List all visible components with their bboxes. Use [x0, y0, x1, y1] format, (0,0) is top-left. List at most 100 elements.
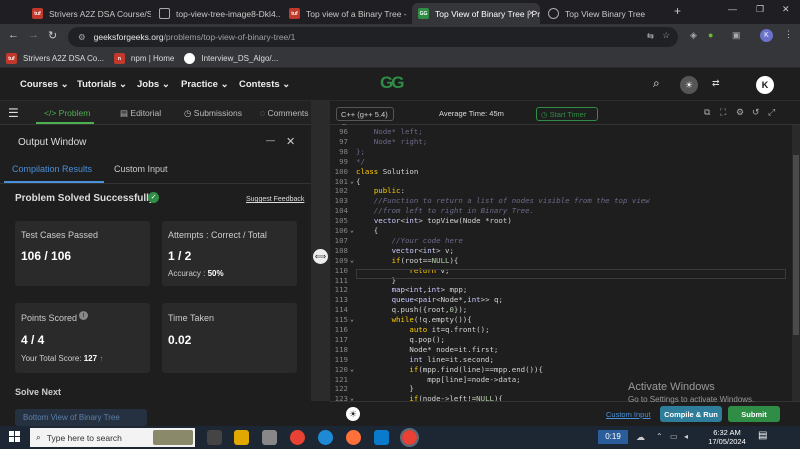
code-line: { [356, 226, 379, 235]
tab-problem[interactable]: </> Problem [44, 108, 90, 118]
clock[interactable]: 6:32 AM 17/05/2024 [704, 428, 750, 446]
profile-avatar[interactable]: K [760, 29, 773, 42]
site-info-icon[interactable]: ⚙ [78, 32, 86, 43]
vscode-icon[interactable] [374, 430, 389, 445]
browser-tab[interactable]: tuf Strivers A2Z DSA Course/She [26, 3, 151, 24]
gfg-logo[interactable]: GG [380, 73, 404, 93]
tab-comments[interactable]: ◌ Comments [260, 108, 309, 118]
minimize-panel-icon[interactable]: — [266, 135, 275, 145]
close-panel-icon[interactable]: ✕ [286, 135, 295, 148]
taskbar-search[interactable]: ⌕ Type here to search [30, 428, 195, 447]
tab-label: top-view-tree-image8-Dkl4... [176, 8, 281, 19]
address-bar[interactable]: ⚙ geeksforgeeks.org/problems/top-view-of… [68, 27, 678, 47]
tab-submissions[interactable]: ◷ Submissions [184, 108, 242, 119]
next-problem-item[interactable]: Bottom View of Binary Tree [15, 409, 147, 426]
panel-splitter[interactable]: ⟺ [311, 101, 330, 401]
menu-practice[interactable]: Practice ⌄ [181, 79, 229, 90]
more-menu-icon[interactable]: ⋮ [784, 29, 793, 40]
tab-editorial[interactable]: ▤ Editorial [120, 108, 161, 119]
chrome-active-icon[interactable] [400, 428, 419, 447]
line-number: 119 [334, 354, 348, 364]
line-number: 103 [334, 196, 348, 206]
start-timer-button[interactable]: ◷ Start Timer [536, 107, 598, 121]
network-icon[interactable]: ▭ [670, 432, 678, 441]
fold-chevron-icon[interactable]: ⌄ [350, 365, 354, 373]
weather-icon[interactable]: ☁ [636, 432, 645, 443]
code-line: //Function to return a list of nodes vis… [356, 196, 650, 206]
translate-icon[interactable]: ⇆ [647, 31, 654, 42]
code-editor[interactable]: 96 Node* left; 97 Node* right; 98}; 99 */ 100… [330, 125, 792, 401]
compile-run-button[interactable]: Compile & Run [660, 406, 722, 422]
bookmark-item[interactable]: Interview_DS_Algo/... [184, 53, 278, 64]
copy-icon[interactable]: ⧉ [704, 107, 710, 118]
bookmark-item[interactable]: tuf Strivers A2Z DSA Co... [6, 53, 104, 64]
tray-chevron-icon[interactable]: ⌃ [656, 432, 663, 441]
fullscreen-icon[interactable]: ⛶ [720, 107, 726, 118]
edge-icon[interactable] [318, 430, 333, 445]
editor-scroll-thumb[interactable] [793, 155, 799, 335]
volume-icon[interactable]: ◂ [684, 432, 688, 441]
extensions-puzzle-icon[interactable]: ▣ [732, 30, 741, 41]
settings-gear-icon[interactable]: ⚙ [736, 107, 744, 118]
line-number: 114 [334, 305, 348, 315]
browser-tab[interactable]: tuf Top view of a Binary Tree - T [283, 3, 408, 24]
clock-date: 17/05/2024 [708, 437, 746, 446]
fold-chevron-icon[interactable]: ⌄ [350, 394, 354, 401]
line-number: 118 [334, 344, 348, 354]
new-tab-plus-icon[interactable]: + [674, 4, 681, 18]
back-arrow-icon[interactable]: ← [8, 29, 19, 41]
resize-handle-icon[interactable]: ⟺ [313, 249, 328, 264]
menu-jobs[interactable]: Jobs ⌄ [137, 79, 170, 90]
submit-button[interactable]: Submit [728, 406, 780, 422]
translate-icon[interactable]: ⇄ [712, 78, 720, 89]
browser-tab-active[interactable]: GG Top View of Binary Tree | Pra ✕ [412, 3, 540, 24]
hamburger-menu-icon[interactable]: ☰ [8, 106, 19, 120]
fold-chevron-icon[interactable]: ⌄ [350, 177, 354, 185]
theme-sun-icon[interactable]: ☀ [346, 407, 360, 421]
reset-code-icon[interactable]: ↺ [752, 107, 760, 118]
solve-next-area: Bottom View of Binary Tree [0, 401, 330, 426]
extension-icon[interactable]: ◈ [690, 30, 697, 41]
menu-label: Jobs [137, 79, 160, 90]
firefox-icon[interactable] [346, 430, 361, 445]
notifications-icon[interactable]: ▤ [758, 430, 767, 441]
tab-compilation-results[interactable]: Compilation Results [12, 164, 92, 174]
menu-courses[interactable]: Courses ⌄ [20, 79, 69, 90]
browser-tab[interactable]: Top View Binary Tree [542, 3, 667, 24]
chrome-icon[interactable] [290, 430, 305, 445]
extension-icon[interactable]: ● [708, 30, 713, 40]
current-line-highlight [356, 269, 786, 279]
timer-label: Start Timer [549, 110, 587, 119]
close-tab-icon[interactable]: ✕ [527, 8, 535, 19]
info-icon[interactable]: i [79, 311, 88, 320]
forward-arrow-icon[interactable]: → [28, 29, 39, 41]
expand-icon[interactable]: ⤢ [768, 107, 775, 118]
file-explorer-icon[interactable] [234, 430, 249, 445]
task-view-icon[interactable] [207, 430, 222, 445]
close-window-icon[interactable]: ✕ [782, 4, 790, 15]
windows-start-icon[interactable] [9, 431, 20, 442]
search-icon[interactable]: ⌕ [653, 76, 660, 91]
reload-icon[interactable]: ↻ [48, 29, 57, 42]
fold-chevron-icon[interactable]: ⌄ [350, 256, 354, 264]
custom-input-link[interactable]: Custom Input [606, 410, 651, 419]
tab-custom-input[interactable]: Custom Input [114, 164, 168, 174]
check-circle-icon: ✓ [148, 192, 159, 203]
camera-icon[interactable] [262, 430, 277, 445]
browser-tab[interactable]: top-view-tree-image8-Dkl4... [153, 3, 281, 24]
bookmark-item[interactable]: n npm | Home [113, 53, 174, 64]
timer-badge[interactable]: 0:19 [598, 430, 628, 444]
menu-contests[interactable]: Contests ⌄ [239, 79, 290, 90]
code-line: //Your code here [356, 235, 463, 245]
menu-tutorials[interactable]: Tutorials ⌄ [77, 79, 127, 90]
bookmark-star-icon[interactable]: ☆ [662, 30, 670, 41]
fold-chevron-icon[interactable]: ⌄ [350, 226, 354, 234]
user-avatar[interactable]: K [756, 76, 774, 94]
theme-toggle-icon[interactable]: ☀ [680, 76, 698, 94]
editor-scrollbar[interactable] [792, 125, 800, 401]
restore-icon[interactable]: ❐ [756, 4, 764, 15]
fold-chevron-icon[interactable]: ⌄ [350, 315, 354, 323]
language-select[interactable]: C++ (g++ 5.4) ⌄ [336, 107, 394, 128]
minimize-icon[interactable]: — [728, 4, 737, 14]
suggest-feedback-link[interactable]: Suggest Feedback [246, 196, 304, 203]
